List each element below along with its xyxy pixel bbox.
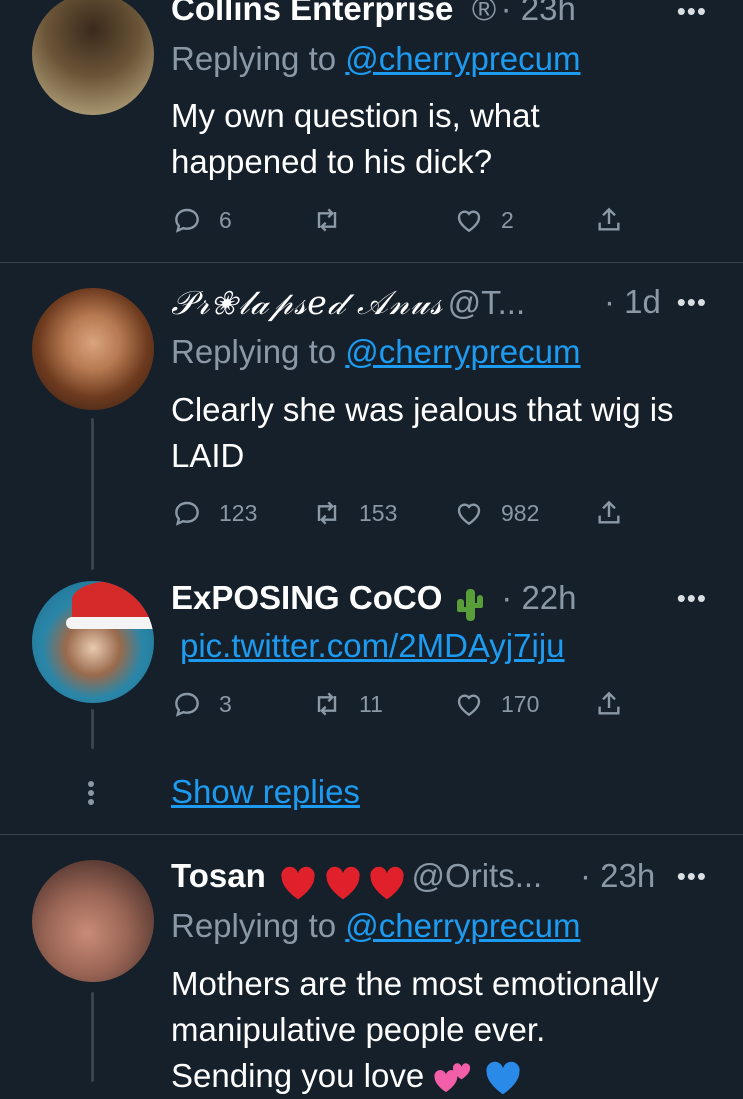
tweet-exposing-coco[interactable]: ExPOSING CoCO · 22h ••• pic.twitter.com/… <box>0 573 743 833</box>
thread-line <box>91 418 94 570</box>
retweet-count: 11 <box>359 690 383 717</box>
more-icon[interactable]: ••• <box>677 861 707 892</box>
more-icon[interactable]: ••• <box>677 583 707 614</box>
mention-link[interactable]: @cherryprecum <box>345 333 580 370</box>
reply-icon <box>175 501 199 526</box>
author-name[interactable]: ExPOSING CoCO <box>171 579 442 616</box>
reply-count: 6 <box>219 206 232 233</box>
reply-icon <box>175 208 199 233</box>
like-icon <box>457 694 481 717</box>
reply-count: 123 <box>219 499 258 526</box>
cactus-icon <box>456 588 483 621</box>
avatar[interactable] <box>32 0 154 115</box>
two-hearts-icon <box>434 1063 471 1093</box>
author-name[interactable]: 𝒫𝓇❀𝓁𝒶𝓅𝓈𝑒𝒹 𝒜𝓃𝓊𝓈 <box>171 283 443 322</box>
timestamp[interactable]: · 1d <box>604 283 661 321</box>
like-count: 982 <box>501 499 540 526</box>
retweet-icon <box>317 692 337 716</box>
mention-link[interactable]: @cherryprecum <box>345 907 580 944</box>
reply-button[interactable]: 123 <box>171 493 257 533</box>
timestamp[interactable]: · 23h <box>580 857 655 895</box>
tweet-tosan[interactable]: Tosan @Orits... · 23h ••• Replying to @c… <box>0 835 743 1095</box>
avatar[interactable] <box>32 581 154 703</box>
more-icon[interactable]: ••• <box>677 0 707 27</box>
tweet-text: My own question is, what happened to his… <box>171 97 540 180</box>
replying-to: Replying to @cherryprecum <box>171 907 581 944</box>
share-icon <box>598 691 620 715</box>
blue-heart-icon <box>485 1062 520 1095</box>
thread-line <box>91 992 94 1082</box>
reply-count: 3 <box>219 690 232 717</box>
red-heart-icon <box>281 866 315 900</box>
like-icon <box>457 210 481 233</box>
show-replies-link[interactable]: Show replies <box>171 773 360 810</box>
reply-icon <box>175 692 199 717</box>
timestamp[interactable]: · 23h <box>501 0 576 27</box>
more-replies-dots-icon <box>88 781 94 808</box>
share-button[interactable] <box>593 200 641 240</box>
more-icon[interactable]: ••• <box>677 287 707 318</box>
timestamp[interactable]: · 22h <box>501 579 576 616</box>
retweet-count: 153 <box>359 499 398 526</box>
retweet-icon <box>317 208 337 232</box>
thread-line <box>91 709 94 749</box>
like-button[interactable]: 2 <box>453 200 514 240</box>
replying-to: Replying to @cherryprecum <box>171 333 581 370</box>
replying-to: Replying to @cherryprecum <box>171 40 581 77</box>
reply-button[interactable]: 6 <box>171 200 232 240</box>
retweet-button[interactable]: 153 <box>311 493 397 533</box>
retweet-button[interactable]: 11 <box>311 684 383 724</box>
like-button[interactable]: 982 <box>453 493 539 533</box>
author-handle[interactable]: @Orits... <box>412 857 543 894</box>
like-count: 2 <box>501 206 514 233</box>
share-icon <box>598 207 620 231</box>
tweet-text: Clearly she was jealous that wig is LAID <box>171 391 674 474</box>
mention-link[interactable]: @cherryprecum <box>345 40 580 77</box>
like-button[interactable]: 170 <box>453 684 539 724</box>
santa-hat-icon <box>66 581 154 629</box>
share-button[interactable] <box>593 493 641 533</box>
tweet-prolapsed[interactable]: 𝒫𝓇❀𝓁𝒶𝓅𝓈𝑒𝒹 𝒜𝓃𝓊𝓈 @T... · 1d ••• Replying t… <box>0 263 743 573</box>
author-name[interactable]: Collins Enterprise <box>171 0 453 27</box>
red-heart-icon <box>370 866 404 900</box>
retweet-icon <box>317 501 337 525</box>
tweet-collins[interactable]: Collins Enterprise ® · 23h ••• Replying … <box>0 0 743 262</box>
share-button[interactable] <box>593 684 641 724</box>
share-icon <box>598 500 620 524</box>
like-icon <box>457 503 481 526</box>
avatar[interactable] <box>32 860 154 982</box>
avatar[interactable] <box>32 288 154 410</box>
reply-button[interactable]: 3 <box>171 684 232 724</box>
author-name[interactable]: Tosan <box>171 857 266 894</box>
author-handle[interactable]: @T... <box>448 284 526 321</box>
red-heart-icon <box>326 866 360 900</box>
retweet-button[interactable] <box>311 200 359 240</box>
media-link[interactable]: pic.twitter.com/2MDAyj7iju <box>180 627 565 664</box>
registered-badge: ® <box>471 0 497 27</box>
tweet-text: Mothers are the most emotionally manipul… <box>171 961 659 1099</box>
like-count: 170 <box>501 690 540 717</box>
